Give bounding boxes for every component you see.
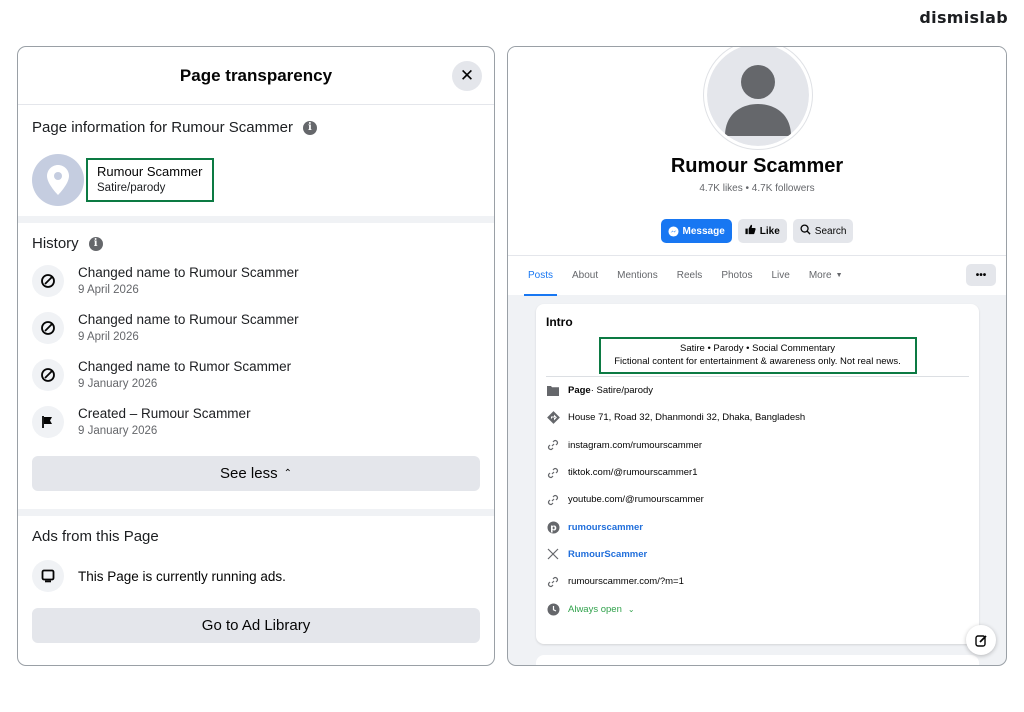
page-flag-icon	[546, 384, 560, 398]
see-less-button[interactable]: See less ⌃	[32, 456, 480, 491]
thumbs-up-icon	[745, 224, 756, 238]
location-pin-icon	[47, 165, 69, 195]
ads-section: Ads from this Page This Page is currentl…	[18, 516, 494, 643]
link-icon	[546, 493, 560, 507]
page-info-title: Page information for Rumour Scammer	[32, 119, 293, 136]
page-transparency-dialog: Page transparency ✕ Page information for…	[17, 46, 495, 666]
profile-name: Rumour Scammer	[670, 155, 844, 177]
profile-tabs: Posts About Mentions Reels Photos Live M…	[508, 255, 1006, 296]
like-button[interactable]: Like	[737, 219, 787, 243]
intro-address[interactable]: House 71, Road 32, Dhanmondi 32, Dhaka, …	[546, 404, 969, 431]
x-logo-icon	[546, 547, 560, 561]
intro-link[interactable]: youtube.com/@rumourscammer	[546, 486, 969, 513]
tab-posts[interactable]: Posts	[523, 256, 558, 296]
rename-icon	[32, 359, 64, 391]
pinterest-icon: p	[546, 520, 560, 534]
history-date: 9 April 2026	[78, 331, 139, 343]
intro-link[interactable]: tiktok.com/@rumourscammer1	[546, 459, 969, 486]
facebook-page-profile: Rumour Scammer 4.7K likes • 4.7K followe…	[507, 46, 1007, 666]
history-date: 9 January 2026	[78, 425, 158, 437]
bio-highlight: Satire • Parody • Social Commentary Fict…	[598, 337, 917, 374]
dialog-header: Page transparency ✕	[18, 47, 494, 105]
intro-pinterest[interactable]: p rumourscammer	[546, 513, 969, 540]
tab-live[interactable]: Live	[771, 256, 789, 296]
close-button[interactable]: ✕	[452, 61, 482, 91]
close-icon: ✕	[459, 66, 475, 85]
ads-title: Ads from this Page	[32, 528, 159, 545]
tab-more[interactable]: More ▼	[809, 256, 843, 296]
profile-avatar[interactable]	[704, 47, 812, 149]
page-name[interactable]: Rumour Scammer	[97, 164, 202, 179]
tab-mentions[interactable]: Mentions	[617, 256, 658, 296]
intro-title: Intro	[546, 315, 573, 329]
caret-down-icon: ▼	[835, 272, 843, 279]
link-icon	[546, 466, 560, 480]
history-section: History i Changed name to Rumour Scammer…	[18, 223, 494, 491]
rename-icon	[32, 265, 64, 297]
clock-icon	[546, 602, 560, 616]
profile-stats[interactable]: 4.7K likes • 4.7K followers	[508, 183, 1006, 194]
intro-page-category: Page · Satire/parody	[546, 377, 969, 404]
intro-card: Intro Satire • Parody • Social Commentar…	[536, 304, 979, 644]
info-icon[interactable]: i	[302, 120, 317, 135]
bio-line: Fictional content for entertainment & aw…	[614, 356, 901, 367]
intro-hours[interactable]: Always open ⌄	[546, 595, 969, 622]
intro-link[interactable]: instagram.com/rumourscammer	[546, 432, 969, 459]
history-text: Changed name to Rumour Scammer	[78, 265, 299, 280]
svg-text:p: p	[550, 523, 557, 533]
profile-header: Rumour Scammer 4.7K likes • 4.7K followe…	[508, 47, 1006, 296]
info-icon[interactable]: i	[88, 236, 103, 251]
tab-reels[interactable]: Reels	[677, 256, 703, 296]
history-item: Changed name to Rumour Scammer 9 April 2…	[32, 312, 480, 346]
page-information-section: Page information for Rumour Scammer i Ru…	[18, 105, 494, 223]
history-item: Changed name to Rumor Scammer 9 January …	[32, 359, 480, 393]
page-avatar[interactable]	[32, 154, 84, 206]
dialog-title: Page transparency	[179, 65, 333, 85]
default-user-icon	[725, 65, 791, 136]
message-button[interactable]: Message	[660, 219, 732, 243]
history-text: Changed name to Rumour Scammer	[78, 312, 299, 327]
see-less-label: See less	[220, 465, 278, 482]
link-icon	[546, 438, 560, 452]
chevron-up-icon: ⌃	[283, 468, 292, 479]
ad-monitor-icon	[32, 560, 64, 592]
dismislab-logo: dismislab	[919, 8, 1008, 27]
edit-icon	[974, 634, 987, 647]
search-button[interactable]: Search	[792, 219, 854, 243]
more-options-button[interactable]: •••	[966, 264, 996, 286]
link-icon	[546, 575, 560, 589]
directions-icon	[546, 411, 560, 425]
chevron-down-icon: ⌄	[627, 604, 635, 614]
rename-icon	[32, 312, 64, 344]
next-card	[536, 655, 979, 665]
messenger-icon	[667, 225, 679, 237]
ads-status: This Page is currently running ads.	[78, 568, 286, 584]
history-text: Changed name to Rumor Scammer	[78, 359, 292, 374]
history-text: Created – Rumour Scammer	[78, 406, 251, 421]
edit-button[interactable]	[966, 625, 996, 655]
tab-about[interactable]: About	[572, 256, 598, 296]
tab-photos[interactable]: Photos	[721, 256, 752, 296]
go-to-ad-library-button[interactable]: Go to Ad Library	[32, 608, 480, 643]
history-date: 9 April 2026	[78, 284, 139, 296]
history-title: History	[32, 235, 79, 252]
intro-website[interactable]: rumourscammer.com/?m=1	[546, 568, 969, 595]
section-divider	[18, 509, 494, 516]
page-name-highlight: Rumour Scammer Satire/parody	[86, 158, 215, 202]
bio-line: Satire • Parody • Social Commentary	[679, 343, 835, 354]
history-item: Created – Rumour Scammer 9 January 2026	[32, 406, 480, 440]
search-icon	[800, 224, 811, 238]
page-category: Satire/parody	[97, 182, 166, 194]
history-item: Changed name to Rumour Scammer 9 April 2…	[32, 265, 480, 299]
flag-icon	[32, 406, 64, 438]
profile-actions: Message Like Search	[508, 219, 1006, 243]
intro-x-account[interactable]: RumourScammer	[546, 541, 969, 568]
history-date: 9 January 2026	[78, 378, 158, 390]
